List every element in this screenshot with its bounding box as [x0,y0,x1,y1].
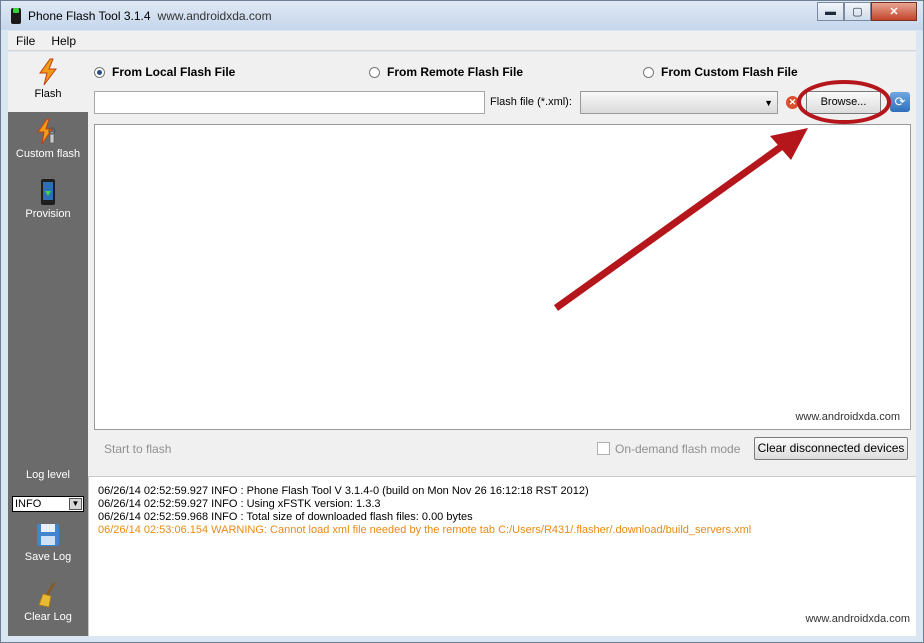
log-watermark-text: www.androidxda.com [805,613,910,625]
sidebar: Flash Custom flash Provision Log level I… [8,52,88,636]
save-log-label: Save Log [24,551,72,563]
clear-log-label: Clear Log [24,611,72,623]
menu-file[interactable]: File [8,34,43,48]
client-area: Flash Custom flash Provision Log level I… [8,52,916,636]
custom-flash-icon [37,118,56,145]
window-controls: ▬ ▢ ✕ [817,2,917,21]
log-level-value: INFO [15,498,42,510]
window-subtitle: www.androidxda.com [157,8,272,23]
radio-label: From Local Flash File [112,65,236,79]
main-panel: From Local Flash File From Remote Flash … [88,52,916,636]
sidebar-item-label: Flash [34,88,62,100]
log-panel: 06/26/14 02:52:59.927 INFO : Phone Flash… [88,476,916,636]
clear-disconnected-devices-button[interactable]: Clear disconnected devices [754,437,908,460]
chevron-down-icon: ▼ [764,98,773,108]
menu-bar: File Help [8,31,916,51]
on-demand-checkbox[interactable] [597,442,610,455]
on-demand-label: On-demand flash mode [615,442,741,456]
chevron-down-icon: ▼ [69,498,82,510]
menu-help[interactable]: Help [43,34,84,48]
log-level-label: Log level [25,469,71,481]
close-button[interactable]: ✕ [871,2,917,21]
radio-remote-flash[interactable]: From Remote Flash File [369,65,523,79]
flash-file-label: Flash file (*.xml): [490,96,572,108]
watermark-text: www.androidxda.com [795,411,900,423]
radio-local-flash[interactable]: From Local Flash File [94,65,235,79]
floppy-disk-icon [37,524,59,546]
broom-icon [38,582,56,608]
phone-app-icon [11,7,21,24]
log-line: 06/26/14 02:52:59.968 INFO : Total size … [98,511,473,523]
window-title: Phone Flash Tool 3.1.4 [28,8,151,23]
log-line: 06/26/14 02:52:59.927 INFO : Using xFSTK… [98,498,381,510]
clear-selection-icon[interactable]: ✕ [786,96,799,109]
sidebar-item-label: Provision [25,208,71,220]
log-line-warning: 06/26/14 02:53:06.154 WARNING: Cannot lo… [98,524,752,536]
refresh-icon[interactable]: ⟳ [890,92,910,112]
radio-button [369,66,380,78]
lightning-icon [39,58,57,86]
maximize-button[interactable]: ▢ [844,2,871,21]
radio-button [94,66,105,78]
title-bar[interactable]: Phone Flash Tool 3.1.4 www.androidxda.co… [1,1,923,30]
flash-path-input[interactable] [94,91,485,114]
minimize-button[interactable]: ▬ [817,2,844,21]
radio-button [643,66,654,78]
radio-label: From Custom Flash File [661,65,798,79]
flash-file-select[interactable]: ▼ [580,91,778,114]
sidebar-item-label: Custom flash [15,148,81,160]
sidebar-item-provision[interactable]: Provision [8,172,88,232]
clear-log-button[interactable]: Clear Log [8,575,88,635]
flash-content-panel: www.androidxda.com [94,124,911,430]
log-level-select[interactable]: INFO ▼ [12,496,84,512]
log-line: 06/26/14 02:52:59.927 INFO : Phone Flash… [98,485,589,497]
phone-download-icon [41,179,55,205]
sidebar-item-flash[interactable]: Flash [8,52,88,112]
browse-button[interactable]: Browse... [806,91,881,114]
start-flash-button[interactable]: Start to flash [104,442,171,456]
app-window: Phone Flash Tool 3.1.4 www.androidxda.co… [0,0,924,643]
sidebar-item-custom-flash[interactable]: Custom flash [8,112,88,172]
radio-custom-flash[interactable]: From Custom Flash File [643,65,798,79]
save-log-button[interactable]: Save Log [8,515,88,575]
radio-label: From Remote Flash File [387,65,524,79]
